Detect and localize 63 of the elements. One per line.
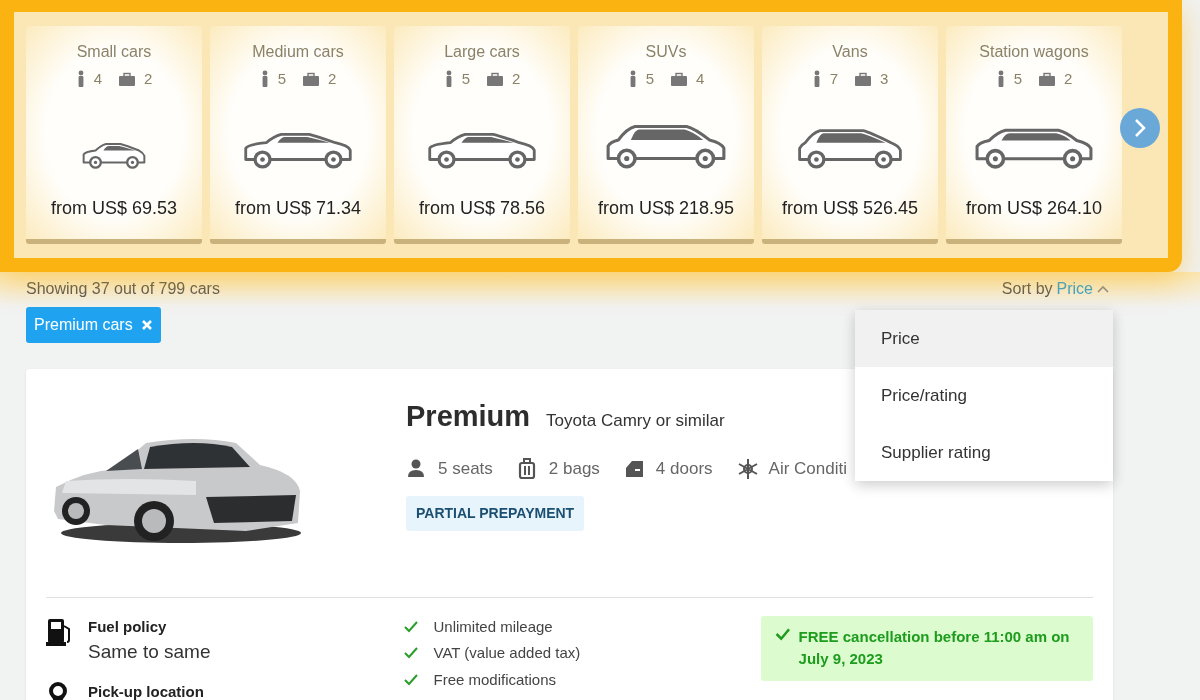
menu-item[interactable]: Price/rating — [855, 367, 1113, 424]
seat-count: 7 — [829, 69, 838, 89]
check-icon — [403, 673, 418, 686]
price: from US$ 69.53 — [50, 196, 178, 220]
snowflake-icon — [736, 457, 759, 480]
close-icon[interactable] — [140, 318, 153, 331]
luggage-icon — [670, 71, 688, 87]
seat-count: 5 — [645, 69, 654, 89]
results-count: Showing 37 out of 799 cars — [26, 279, 220, 300]
inclusion-item: Unlimited mileage — [433, 616, 553, 637]
chevron-right-icon — [1133, 118, 1147, 138]
car-class-card[interactable]: SUVs 5 4 from US$ 218.95 — [578, 26, 754, 244]
sort-button[interactable]: Sort by Price — [1000, 276, 1110, 303]
seat-count: 4 — [93, 69, 102, 89]
detail-value: Same to same — [88, 640, 211, 665]
luggage-icon — [854, 71, 872, 87]
price: from US$ 526.45 — [781, 196, 919, 220]
luggage-icon — [1038, 71, 1056, 87]
bag-count: 4 — [696, 69, 705, 89]
menu-item[interactable]: Supplier rating — [855, 424, 1113, 481]
price: from US$ 264.10 — [965, 196, 1103, 220]
bag-count: 3 — [880, 69, 889, 89]
seat-count: 5 — [277, 69, 286, 89]
car-category: Premium — [406, 398, 531, 434]
car-class-card[interactable]: Large cars 5 2 from US$ 78.56 — [394, 26, 570, 244]
car-class-card[interactable]: Medium cars 5 2 from US$ 71.34 — [210, 26, 386, 244]
seat-count: 5 — [461, 69, 470, 89]
class-name: Medium cars — [252, 42, 344, 62]
car-class-card[interactable]: Vans 7 3 from US$ 526.45 — [762, 26, 938, 244]
menu-item[interactable]: Price — [855, 310, 1113, 367]
price: from US$ 78.56 — [418, 196, 546, 220]
detail-label: Fuel policy — [88, 616, 168, 637]
bag-count: 2 — [144, 69, 153, 89]
price: from US$ 71.34 — [234, 196, 362, 220]
car-class-card[interactable]: Station wagons 5 2 from US$ 264.10 — [946, 26, 1122, 244]
bag-count: 2 — [1064, 69, 1073, 89]
detail-label: Pick-up location — [88, 681, 204, 700]
luggage-icon — [118, 71, 136, 87]
car-model: Toyota Camry or similar — [546, 409, 725, 432]
bag-count: 2 — [512, 69, 521, 89]
car-class-card[interactable]: Small cars 4 2 from US$ 69.53 — [26, 26, 202, 244]
feature-label: 2 bags — [548, 458, 600, 481]
feature-label: 5 seats — [438, 458, 493, 481]
class-name: SUVs — [645, 42, 687, 62]
inclusion-item: Free modifications — [433, 669, 557, 690]
check-icon — [403, 620, 418, 633]
feature-label: 4 doors — [655, 458, 713, 481]
price: from US$ 218.95 — [597, 196, 735, 220]
payment-badge: PARTIAL PREPAYMENT — [406, 495, 585, 531]
cancellation-notice: FREE cancellation before 11:00 am on July 9, 2023 — [761, 615, 1093, 681]
bag-count: 2 — [328, 69, 337, 89]
class-name: Large cars — [444, 42, 520, 62]
class-name: Vans — [832, 42, 868, 62]
next-button[interactable] — [1120, 108, 1160, 148]
caret-up-icon — [1097, 285, 1109, 294]
luggage-icon — [486, 71, 504, 87]
check-icon — [403, 647, 418, 660]
class-name: Station wagons — [979, 42, 1089, 62]
feature-label: Air Conditi — [768, 458, 847, 481]
class-name: Small cars — [76, 42, 152, 62]
seat-count: 5 — [1013, 69, 1022, 89]
luggage-icon — [302, 71, 320, 87]
inclusion-item: VAT (value added tax) — [433, 643, 581, 664]
